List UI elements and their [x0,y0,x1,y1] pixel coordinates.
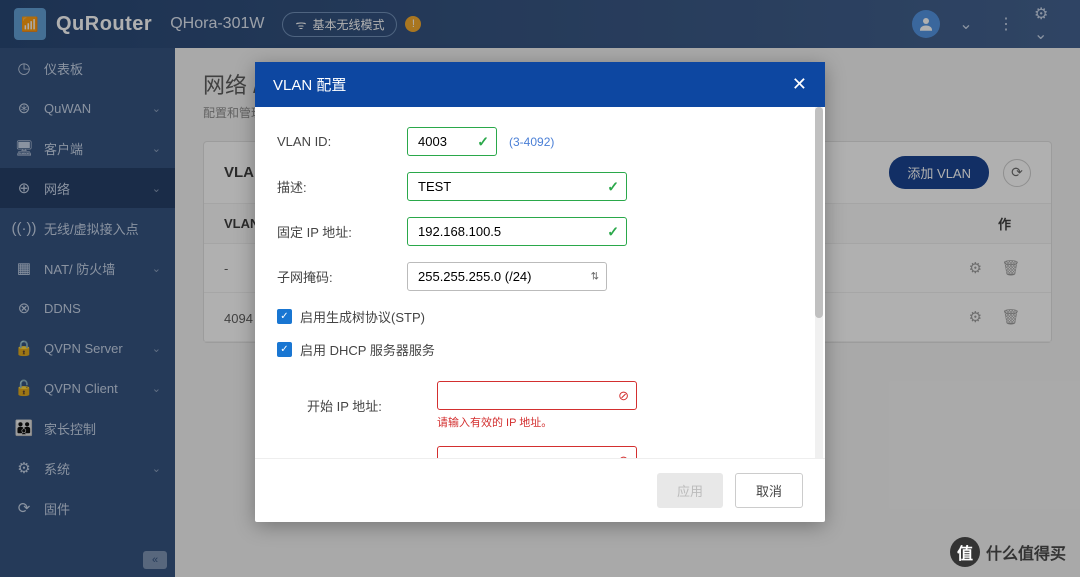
watermark: 值 什么值得买 [950,537,1066,567]
ip-label: 固定 IP 地址: [277,222,407,241]
error-icon: ⊘ [618,453,629,458]
dhcp-label: 启用 DHCP 服务器服务 [300,340,435,359]
start-ip-error: 请输入有效的 IP 地址。 [437,414,637,430]
cancel-button[interactable]: 取消 [735,473,803,508]
desc-input[interactable] [407,172,627,201]
modal-header: VLAN 配置 ✕ [255,62,825,107]
end-ip-input[interactable] [437,446,637,458]
modal-title: VLAN 配置 [273,74,346,95]
mask-label: 子网掩码: [277,267,407,286]
mask-select[interactable]: 255.255.255.0 (/24) [407,262,607,291]
check-icon: ✓ [477,133,489,150]
watermark-icon: 值 [950,537,980,567]
apply-button[interactable]: 应用 [657,473,723,508]
stp-label: 启用生成树协议(STP) [300,307,425,326]
scrollbar-thumb[interactable] [815,107,823,318]
error-icon: ⊘ [618,388,629,404]
ip-input[interactable] [407,217,627,246]
desc-label: 描述: [277,177,407,196]
start-ip-label: 开始 IP 地址: [307,396,437,415]
modal-footer: 应用 取消 [255,458,825,522]
stp-checkbox[interactable]: ✓ [277,309,292,324]
dhcp-checkbox[interactable]: ✓ [277,342,292,357]
vlan-id-label: VLAN ID: [277,134,407,149]
modal-body: VLAN ID: ✓ (3-4092) 描述: ✓ 固定 IP 地址: ✓ [255,107,825,458]
close-icon[interactable]: ✕ [792,74,807,95]
check-icon: ✓ [607,178,619,195]
vlan-config-modal: VLAN 配置 ✕ VLAN ID: ✓ (3-4092) 描述: ✓ [255,62,825,522]
vlan-id-hint: (3-4092) [509,135,554,149]
start-ip-input[interactable] [437,381,637,410]
modal-overlay: VLAN 配置 ✕ VLAN ID: ✓ (3-4092) 描述: ✓ [0,0,1080,577]
check-icon: ✓ [607,223,619,240]
